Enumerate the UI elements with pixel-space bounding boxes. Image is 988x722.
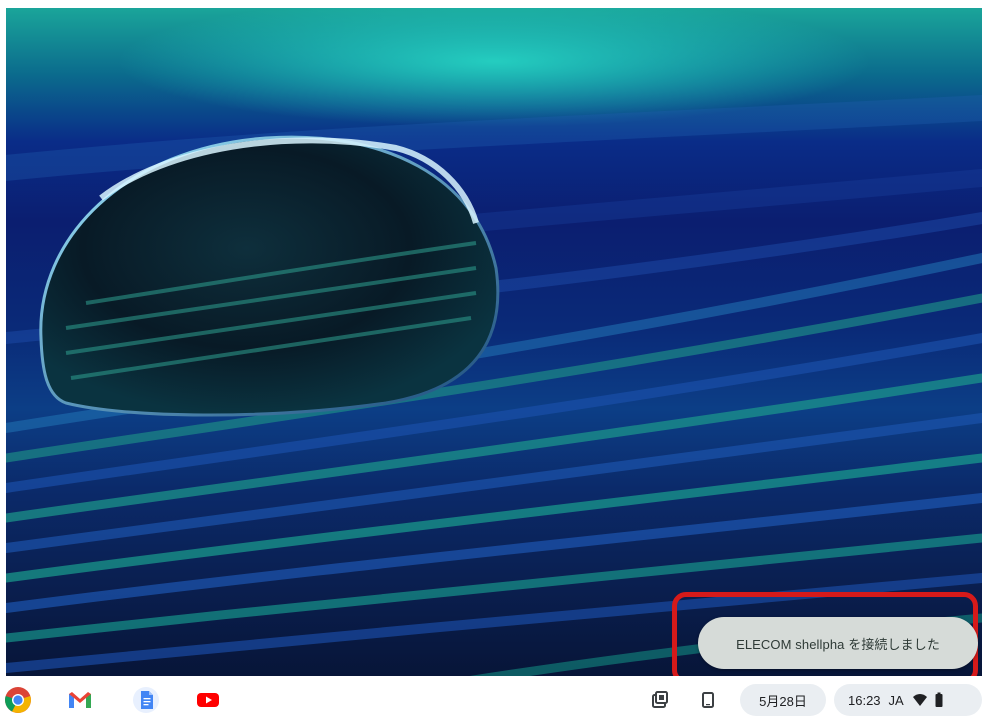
notification-toast[interactable]: ELECOM shellpha を接続しました xyxy=(698,617,978,669)
shelf: 5月28日 16:23 JA xyxy=(0,676,988,722)
date-tray-button[interactable]: 5月28日 xyxy=(740,684,826,716)
date-label: 5月28日 xyxy=(759,693,807,709)
ime-label: JA xyxy=(888,692,904,708)
youtube-icon xyxy=(195,687,221,713)
phone-hub-button[interactable] xyxy=(698,686,718,714)
chrome-icon xyxy=(5,687,31,713)
shelf-app-chrome[interactable] xyxy=(4,686,32,714)
wifi-icon xyxy=(912,694,927,706)
holding-space-button[interactable] xyxy=(648,686,672,714)
holding-space-icon xyxy=(652,691,668,708)
shelf-app-docs[interactable] xyxy=(132,686,160,714)
status-area-button[interactable]: 16:23 JA xyxy=(834,684,982,716)
phone-icon xyxy=(702,692,714,708)
docs-icon xyxy=(133,687,159,713)
wallpaper-image xyxy=(6,95,982,676)
battery-icon xyxy=(935,692,943,707)
shelf-app-gmail[interactable] xyxy=(66,686,94,714)
notification-message: ELECOM shellpha を接続しました xyxy=(736,636,940,652)
shelf-app-youtube[interactable] xyxy=(194,686,222,714)
time-label: 16:23 xyxy=(848,692,881,708)
gmail-icon xyxy=(69,692,91,708)
desktop-wallpaper xyxy=(6,8,982,676)
